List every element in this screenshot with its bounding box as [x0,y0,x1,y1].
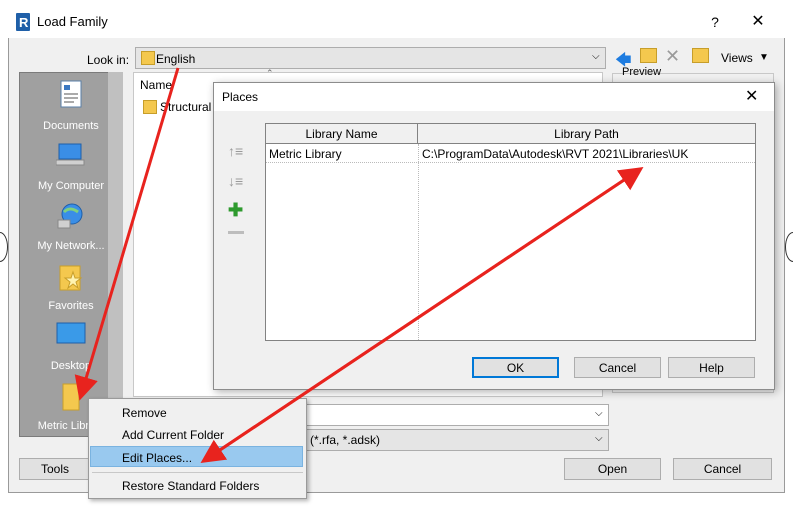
annotation-arrows [74,67,644,464]
arrow-to-edit-places [200,170,637,464]
arrow-to-metric-library [74,67,180,401]
